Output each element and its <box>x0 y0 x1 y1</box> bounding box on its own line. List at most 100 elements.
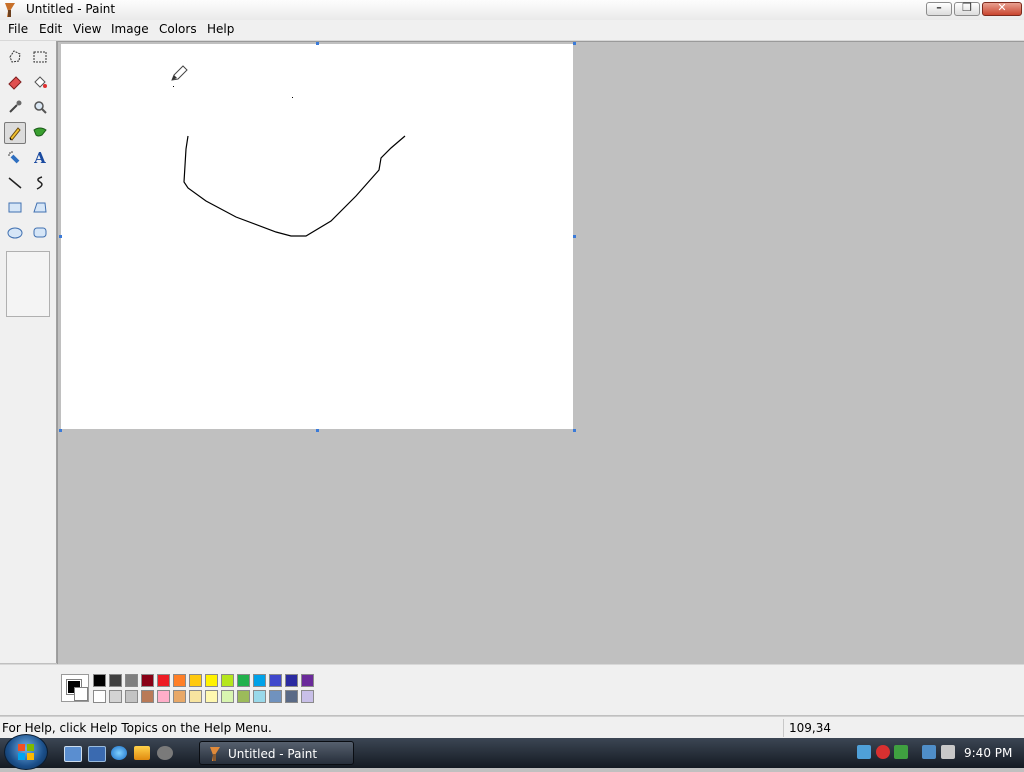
palette-color-swatch[interactable] <box>269 690 282 703</box>
taskbar-button-label: Untitled - Paint <box>228 747 318 761</box>
palette-color-swatch[interactable] <box>157 674 170 687</box>
paint-taskbar-icon <box>210 747 220 761</box>
status-coordinates: 109,34 <box>789 721 831 735</box>
close-icon: ✕ <box>997 1 1007 14</box>
ellipse-icon <box>7 227 23 239</box>
palette-color-swatch[interactable] <box>93 690 106 703</box>
network-tray-icon[interactable] <box>857 745 871 759</box>
tool-color-picker[interactable] <box>4 96 26 118</box>
resize-handle-top-right <box>573 42 576 45</box>
window-title: Untitled - Paint <box>26 2 116 16</box>
palette-color-swatch[interactable] <box>157 690 170 703</box>
media-player-icon[interactable] <box>134 746 150 760</box>
palette-color-swatch[interactable] <box>285 690 298 703</box>
palette-color-swatch[interactable] <box>253 690 266 703</box>
menu-bar: File Edit View Image Colors Help <box>0 20 1024 41</box>
palette-color-swatch[interactable] <box>205 690 218 703</box>
internet-explorer-icon[interactable] <box>111 746 127 760</box>
free-form-select-icon <box>9 50 21 63</box>
palette-color-swatch[interactable] <box>173 690 186 703</box>
palette-color-swatch[interactable] <box>125 690 138 703</box>
status-bar: For Help, click Help Topics on the Help … <box>0 716 1024 739</box>
menu-view[interactable]: View <box>71 22 103 36</box>
background-color <box>74 687 88 701</box>
close-button[interactable]: ✕ <box>982 1 1022 16</box>
minimize-button[interactable]: – <box>926 1 952 16</box>
start-button[interactable] <box>4 734 48 770</box>
clock[interactable]: 9:40 PM <box>964 746 1012 760</box>
fill-bucket-icon <box>34 76 47 88</box>
toolbox: A <box>0 41 57 663</box>
airbrush-icon <box>8 151 20 164</box>
brush-icon <box>33 127 47 137</box>
tool-rounded-rectangle[interactable] <box>29 222 51 244</box>
magnifier-icon <box>34 101 47 114</box>
resize-handle-right[interactable] <box>573 235 576 238</box>
drawn-dot <box>292 97 293 98</box>
connection-tray-icon[interactable] <box>922 745 936 759</box>
pencil-icon <box>9 127 21 141</box>
palette-color-swatch[interactable] <box>237 690 250 703</box>
security-alert-tray-icon[interactable] <box>876 745 890 759</box>
tool-line[interactable] <box>4 172 26 194</box>
maximize-button[interactable]: ❐ <box>954 1 980 16</box>
palette-color-swatch[interactable] <box>301 690 314 703</box>
palette-color-swatch[interactable] <box>173 674 186 687</box>
resize-handle-bottom-right[interactable] <box>573 429 576 432</box>
show-desktop-icon[interactable] <box>64 746 82 762</box>
palette-color-swatch[interactable] <box>237 674 250 687</box>
select-icon <box>33 51 47 63</box>
palette-color-swatch[interactable] <box>93 674 106 687</box>
taskbar-button-paint[interactable]: Untitled - Paint <box>199 741 354 765</box>
palette-color-swatch[interactable] <box>221 690 234 703</box>
palette-color-swatch[interactable] <box>221 674 234 687</box>
tool-ellipse[interactable] <box>4 222 26 244</box>
rounded-rectangle-icon <box>33 227 47 238</box>
menu-colors[interactable]: Colors <box>157 22 199 36</box>
palette-color-swatch[interactable] <box>189 690 202 703</box>
menu-edit[interactable]: Edit <box>37 22 64 36</box>
update-tray-icon[interactable] <box>894 745 908 759</box>
palette-color-swatch[interactable] <box>269 674 282 687</box>
palette-color-swatch[interactable] <box>253 674 266 687</box>
volume-muted-tray-icon[interactable] <box>941 745 955 759</box>
drawn-dot <box>173 86 174 87</box>
tool-pencil[interactable] <box>4 122 26 144</box>
tool-brush[interactable] <box>29 122 51 144</box>
tool-free-form-select[interactable] <box>4 46 26 68</box>
resize-handle-top <box>316 42 319 45</box>
resize-handle-bottom[interactable] <box>316 429 319 432</box>
menu-image[interactable]: Image <box>109 22 151 36</box>
palette-color-swatch[interactable] <box>301 674 314 687</box>
drawing-canvas[interactable] <box>61 44 573 429</box>
switch-windows-icon[interactable] <box>88 746 106 762</box>
tool-select[interactable] <box>29 46 51 68</box>
paint-app-icon <box>5 3 15 17</box>
menu-file[interactable]: File <box>6 22 30 36</box>
restore-icon: ❐ <box>962 1 972 14</box>
tool-text[interactable]: A <box>29 147 51 169</box>
taskbar: Untitled - Paint 9:40 PM <box>0 734 1024 770</box>
tool-rectangle[interactable] <box>4 197 26 219</box>
tool-options-panel[interactable] <box>6 251 50 317</box>
eraser-icon <box>8 76 22 90</box>
palette-color-swatch[interactable] <box>141 674 154 687</box>
tool-eraser[interactable] <box>4 71 26 93</box>
tool-polygon[interactable] <box>29 197 51 219</box>
palette-color-swatch[interactable] <box>205 674 218 687</box>
tool-curve[interactable] <box>29 172 51 194</box>
palette-color-swatch[interactable] <box>141 690 154 703</box>
palette-color-swatch[interactable] <box>189 674 202 687</box>
tool-fill[interactable] <box>29 71 51 93</box>
quick-launch-app-icon[interactable] <box>157 746 173 760</box>
canvas-drawing <box>171 65 406 237</box>
palette-color-swatch[interactable] <box>109 674 122 687</box>
rectangle-icon <box>8 202 22 213</box>
palette-color-swatch[interactable] <box>125 674 138 687</box>
palette-color-swatch[interactable] <box>109 690 122 703</box>
menu-help[interactable]: Help <box>205 22 236 36</box>
tool-magnifier[interactable] <box>29 96 51 118</box>
line-icon <box>8 177 22 189</box>
palette-color-swatch[interactable] <box>285 674 298 687</box>
tool-airbrush[interactable] <box>4 147 26 169</box>
